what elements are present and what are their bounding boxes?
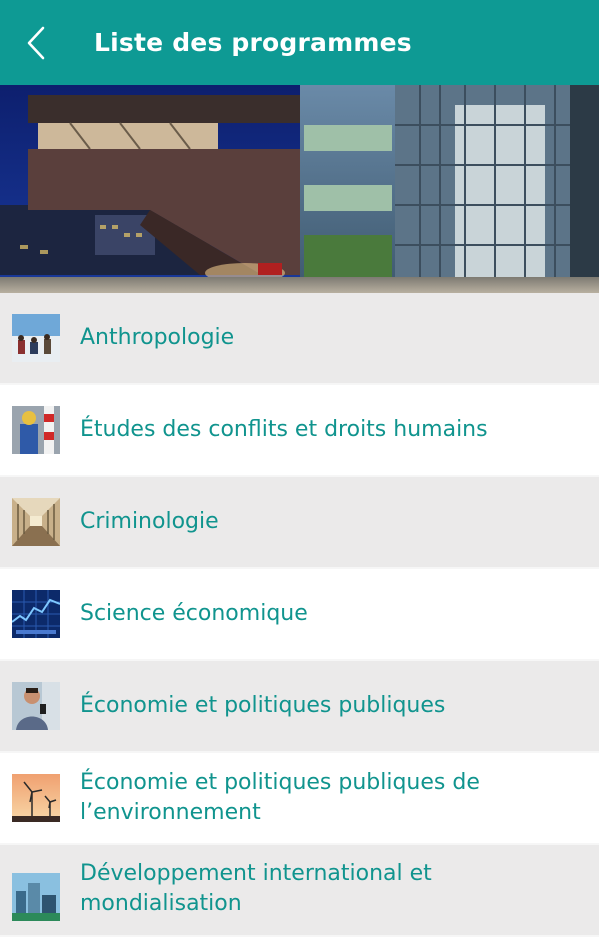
list-item-label: Anthropologie xyxy=(80,325,235,350)
list-item-label: Science économique xyxy=(80,601,308,626)
city-photo xyxy=(12,873,60,921)
corridor-photo xyxy=(12,498,60,546)
list-item-label: Criminologie xyxy=(80,509,219,534)
hero-image xyxy=(0,85,599,293)
chevron-left-icon xyxy=(27,26,45,59)
list-item[interactable]: Criminologie xyxy=(0,477,599,569)
list-item[interactable]: Études des conflits et droits humains xyxy=(0,385,599,477)
list-item[interactable]: Économie et politiques publiques xyxy=(0,661,599,753)
list-item[interactable]: Économie et politiques publiques de l’en… xyxy=(0,753,599,845)
person-phone-photo xyxy=(12,682,60,730)
snow-people-photo xyxy=(12,314,60,362)
app-bar: Liste des programmes xyxy=(0,0,599,85)
page-title: Liste des programmes xyxy=(94,28,412,57)
list-item[interactable]: Développement international et mondialis… xyxy=(0,845,599,937)
wind-turbine-photo xyxy=(12,774,60,822)
list-item-label: Études des conflits et droits humains xyxy=(80,417,488,442)
list-item-label: Développement international et mondialis… xyxy=(80,861,432,916)
back-button[interactable] xyxy=(0,0,84,85)
stock-chart-photo xyxy=(12,590,60,638)
list-item[interactable]: Science économique xyxy=(0,569,599,661)
list-item[interactable]: Anthropologie xyxy=(0,293,599,385)
list-item-label: Économie et politiques publiques xyxy=(80,693,446,718)
list-item-label: Économie et politiques publiques de l’en… xyxy=(80,770,480,825)
protester-photo xyxy=(12,406,60,454)
program-list: Anthropologie Études des conflits et dro… xyxy=(0,293,599,937)
